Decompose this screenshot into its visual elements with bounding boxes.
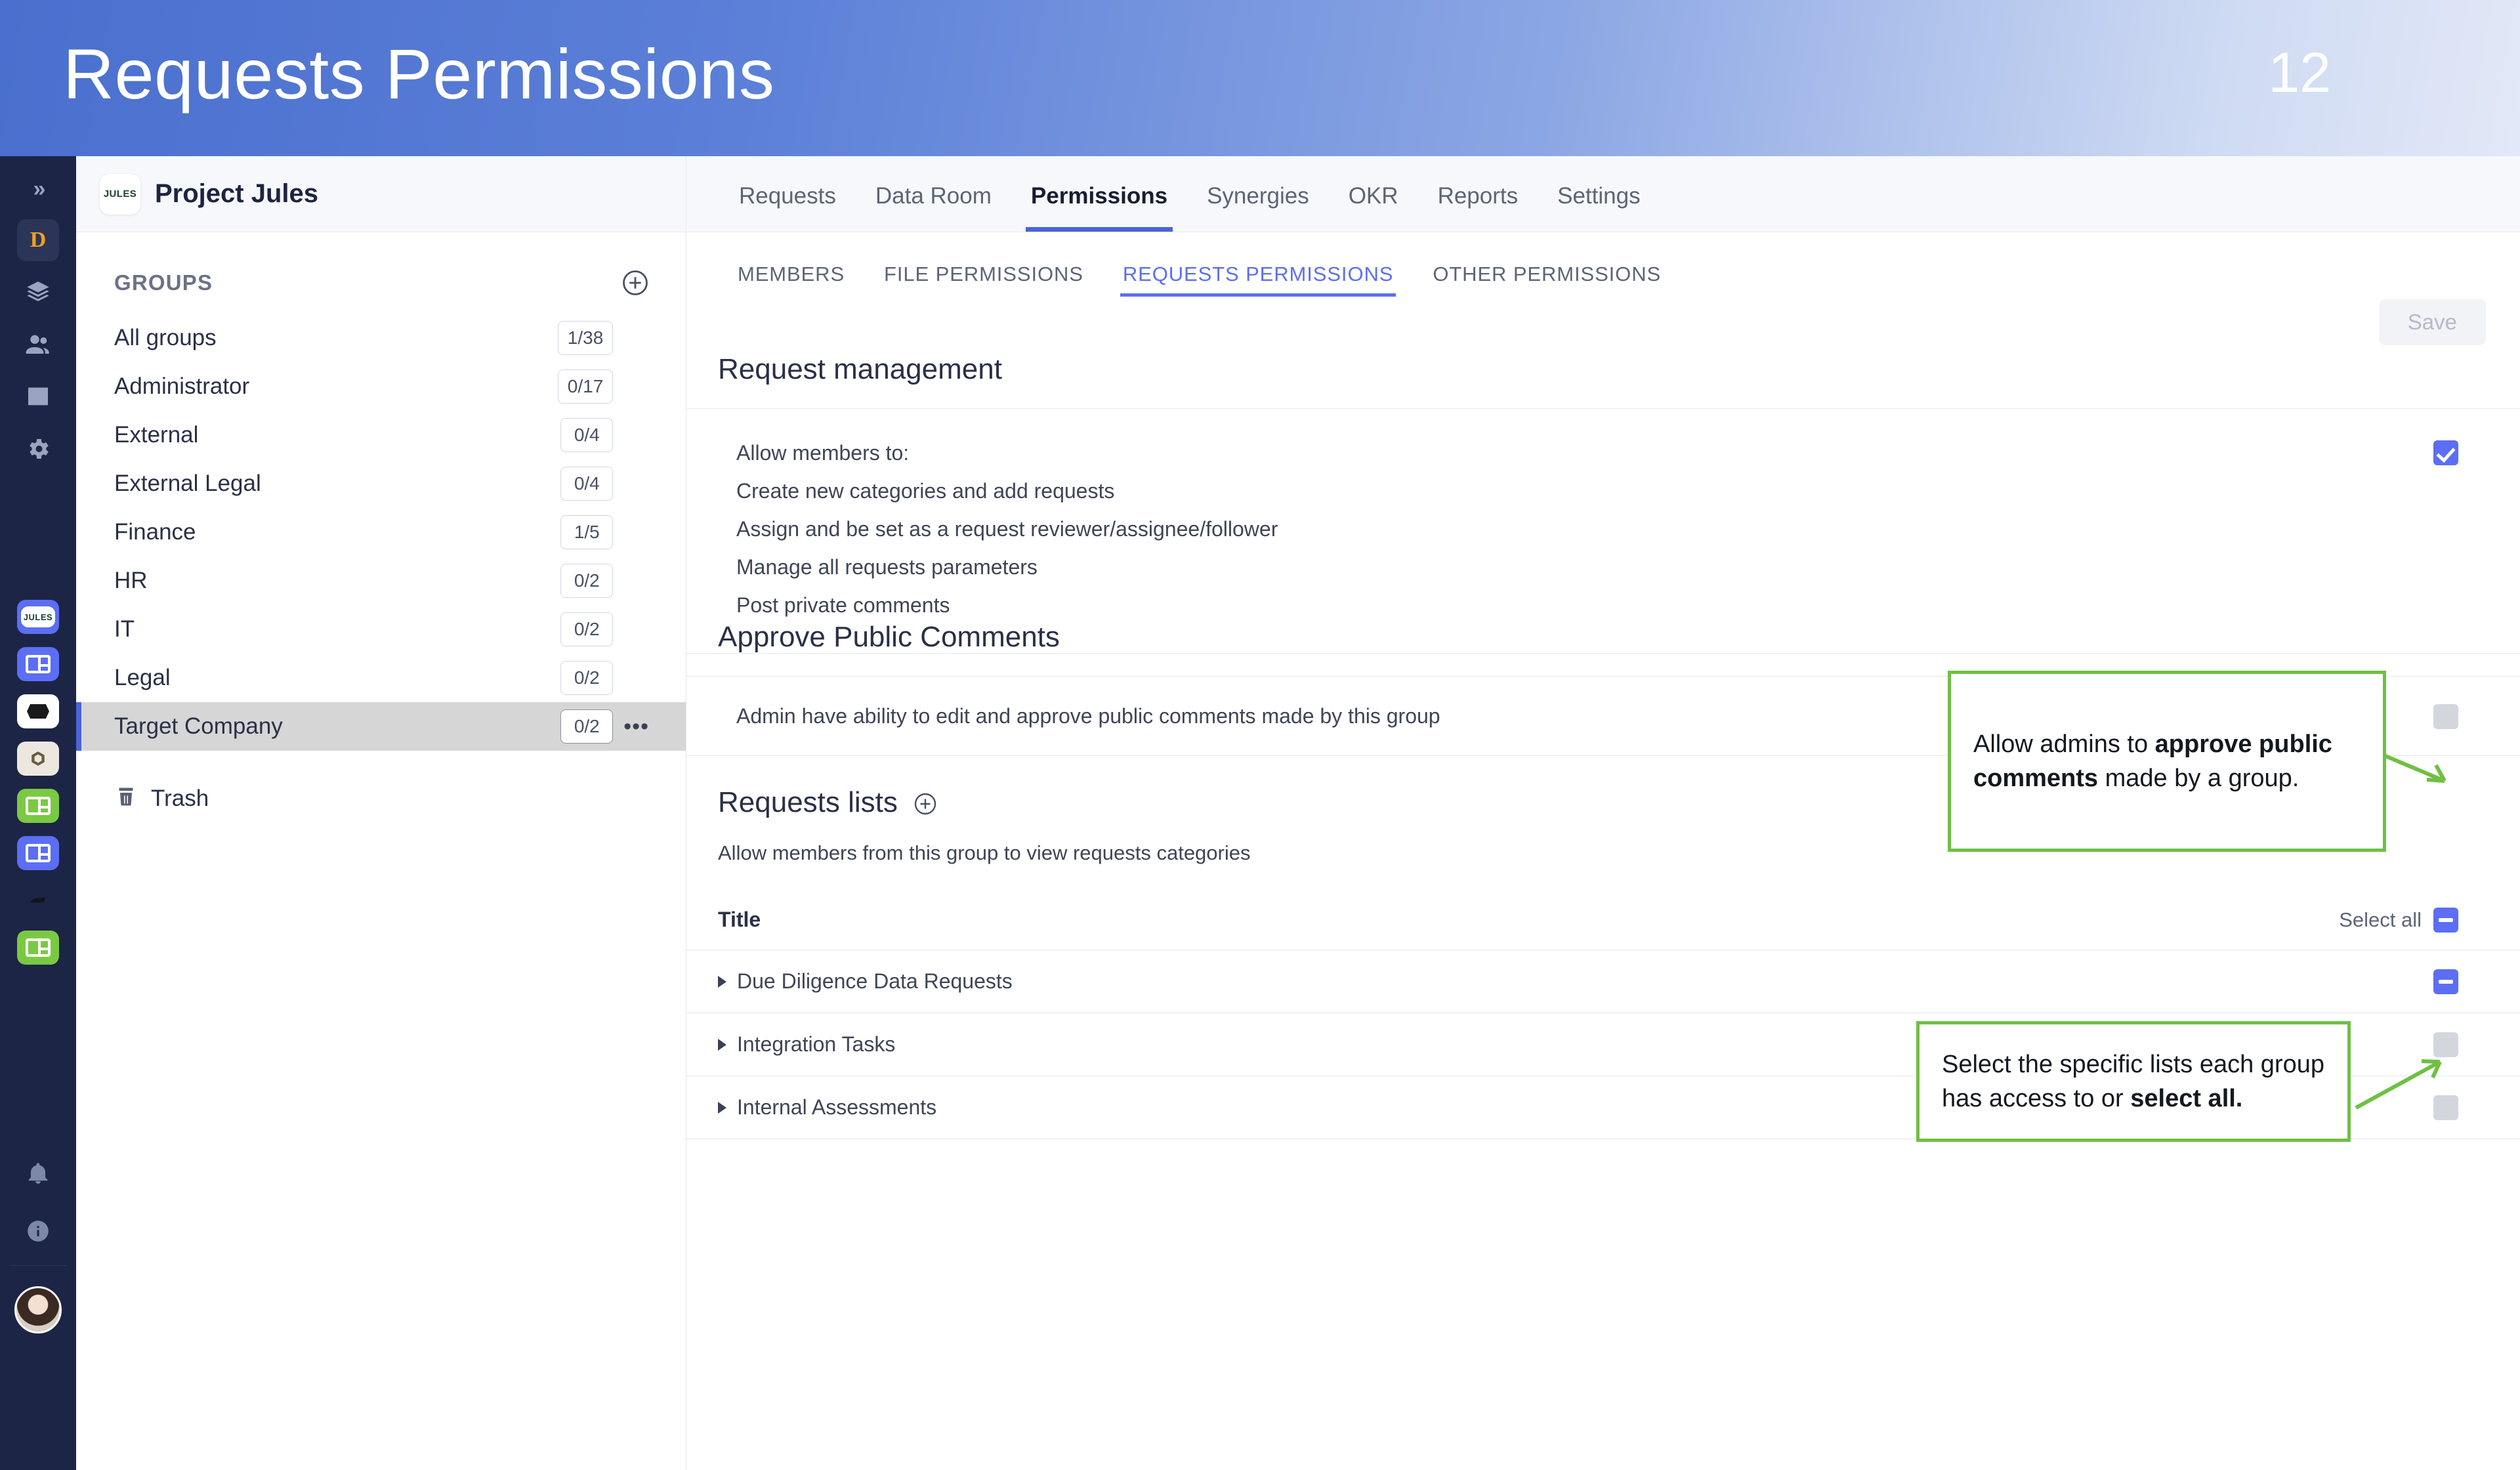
callout-part-2: select all. [2130,1085,2242,1112]
select-lists-callout: Select the specific lists each group has… [1916,1021,2351,1142]
callout-text: Select the specific lists each group has… [1942,1047,2325,1116]
callout-text: Allow admins to approve public comments … [1973,727,2361,796]
callout-part-1: Allow admins to [1973,730,2155,758]
arrow-line-2 [2356,1062,2440,1108]
approve-comments-callout: Allow admins to approve public comments … [1948,671,2386,852]
callout-part-3: made by a group. [2098,765,2299,792]
